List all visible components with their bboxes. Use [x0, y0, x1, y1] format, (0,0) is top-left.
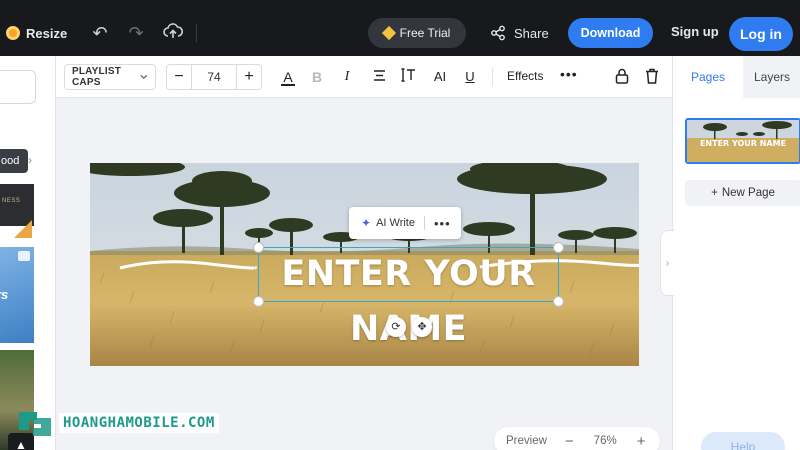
chevron-right-icon[interactable]: ›: [28, 153, 32, 167]
undo-icon[interactable]: ↶: [89, 22, 111, 44]
underline-icon[interactable]: U: [464, 68, 476, 86]
free-trial-button[interactable]: Free Trial: [368, 18, 466, 48]
effects-button[interactable]: Effects: [507, 69, 543, 83]
zoom-level[interactable]: 76%: [594, 435, 617, 447]
templates-panel: ood › NESS rs ▲: [0, 56, 56, 450]
collapse-right-panel-button[interactable]: ›: [660, 230, 674, 296]
headline-text[interactable]: ENTER YOUR NAME: [262, 247, 555, 349]
search-box[interactable]: [0, 70, 36, 104]
redo-icon[interactable]: ↷: [125, 22, 147, 44]
download-button[interactable]: Download: [568, 18, 653, 48]
tab-pages[interactable]: Pages: [673, 56, 743, 98]
category-chip[interactable]: ood: [0, 149, 28, 173]
align-center-icon[interactable]: [372, 68, 386, 86]
text-color-icon[interactable]: A: [281, 68, 295, 86]
font-size-input[interactable]: 74: [191, 65, 237, 89]
move-icon[interactable]: ✥: [412, 317, 432, 337]
free-trial-label: Free Trial: [399, 26, 451, 40]
font-family-value: PLAYLIST CAPS: [72, 66, 122, 88]
top-bar: Resize ↶ ↷ Free Trial Share Download Sig…: [0, 0, 800, 64]
watermark: HOANGHAMOBILE.COM: [15, 406, 219, 440]
template-thumbnail-accent: [14, 220, 32, 238]
cloud-upload-icon[interactable]: [162, 22, 184, 44]
share-button[interactable]: Share: [490, 24, 549, 42]
text-toolbar: PLAYLIST CAPS − 74 + A B I AI U Effects …: [56, 56, 672, 98]
divider: [423, 216, 425, 230]
resize-handle-top-right[interactable]: [553, 242, 564, 253]
log-in-button[interactable]: Log in: [729, 17, 793, 51]
zoom-bar: Preview − 76% +: [494, 427, 660, 450]
letter-spacing-icon[interactable]: [401, 68, 417, 86]
font-size-stepper: − 74 +: [166, 64, 262, 90]
magic-wand-icon: ✦: [361, 216, 372, 230]
resize-icon: [6, 26, 20, 40]
share-label: Share: [514, 25, 549, 41]
resize-handle-top-left[interactable]: [253, 242, 264, 253]
pages-panel: Pages Layers ENTER YOUR NAME + New Page: [672, 56, 800, 450]
text-case-icon[interactable]: AI: [432, 68, 448, 86]
watermark-text: HOANGHAMOBILE.COM: [59, 413, 219, 433]
ai-write-button[interactable]: AI Write: [376, 217, 415, 229]
resize-button[interactable]: Resize: [6, 22, 67, 44]
trash-icon[interactable]: [645, 68, 659, 84]
lock-icon[interactable]: [615, 68, 629, 84]
tab-layers[interactable]: Layers: [743, 56, 800, 98]
diamond-icon: [381, 25, 396, 41]
crown-icon: [18, 251, 30, 261]
increase-size-button[interactable]: +: [237, 68, 261, 86]
new-page-label: New Page: [721, 187, 775, 199]
help-button[interactable]: Help: [701, 432, 785, 450]
bold-icon[interactable]: B: [311, 68, 323, 86]
template-thumbnail[interactable]: rs: [0, 247, 34, 343]
share-icon: [491, 25, 505, 41]
new-page-button[interactable]: + New Page: [685, 180, 800, 206]
sign-up-link[interactable]: Sign up: [671, 24, 719, 39]
resize-handle-bottom-right[interactable]: [553, 296, 564, 307]
zoom-in-button[interactable]: +: [637, 433, 646, 450]
toolbar-divider: [492, 68, 493, 86]
chevron-down-icon: [140, 74, 148, 80]
plus-icon: +: [711, 187, 718, 199]
watermark-logo: [19, 412, 51, 436]
toolbar-divider: [196, 24, 197, 42]
resize-label: Resize: [26, 25, 68, 41]
more-options-icon[interactable]: •••: [560, 66, 578, 82]
italic-icon[interactable]: I: [341, 68, 353, 86]
zoom-out-button[interactable]: −: [565, 433, 574, 450]
svg-text:ENTER YOUR NAME: ENTER YOUR NAME: [700, 139, 786, 148]
decrease-size-button[interactable]: −: [167, 68, 191, 86]
template-caption: NESS: [2, 198, 21, 204]
ai-write-toolbar: ✦ AI Write •••: [349, 207, 461, 239]
resize-handle-bottom-left[interactable]: [253, 296, 264, 307]
preview-button[interactable]: Preview: [506, 435, 547, 447]
page-thumbnail[interactable]: ENTER YOUR NAME: [685, 118, 800, 164]
more-options-icon[interactable]: •••: [434, 216, 451, 231]
template-art: rs: [0, 287, 9, 302]
font-family-select[interactable]: PLAYLIST CAPS: [64, 64, 156, 90]
rotate-icon[interactable]: ⟳: [386, 317, 406, 337]
